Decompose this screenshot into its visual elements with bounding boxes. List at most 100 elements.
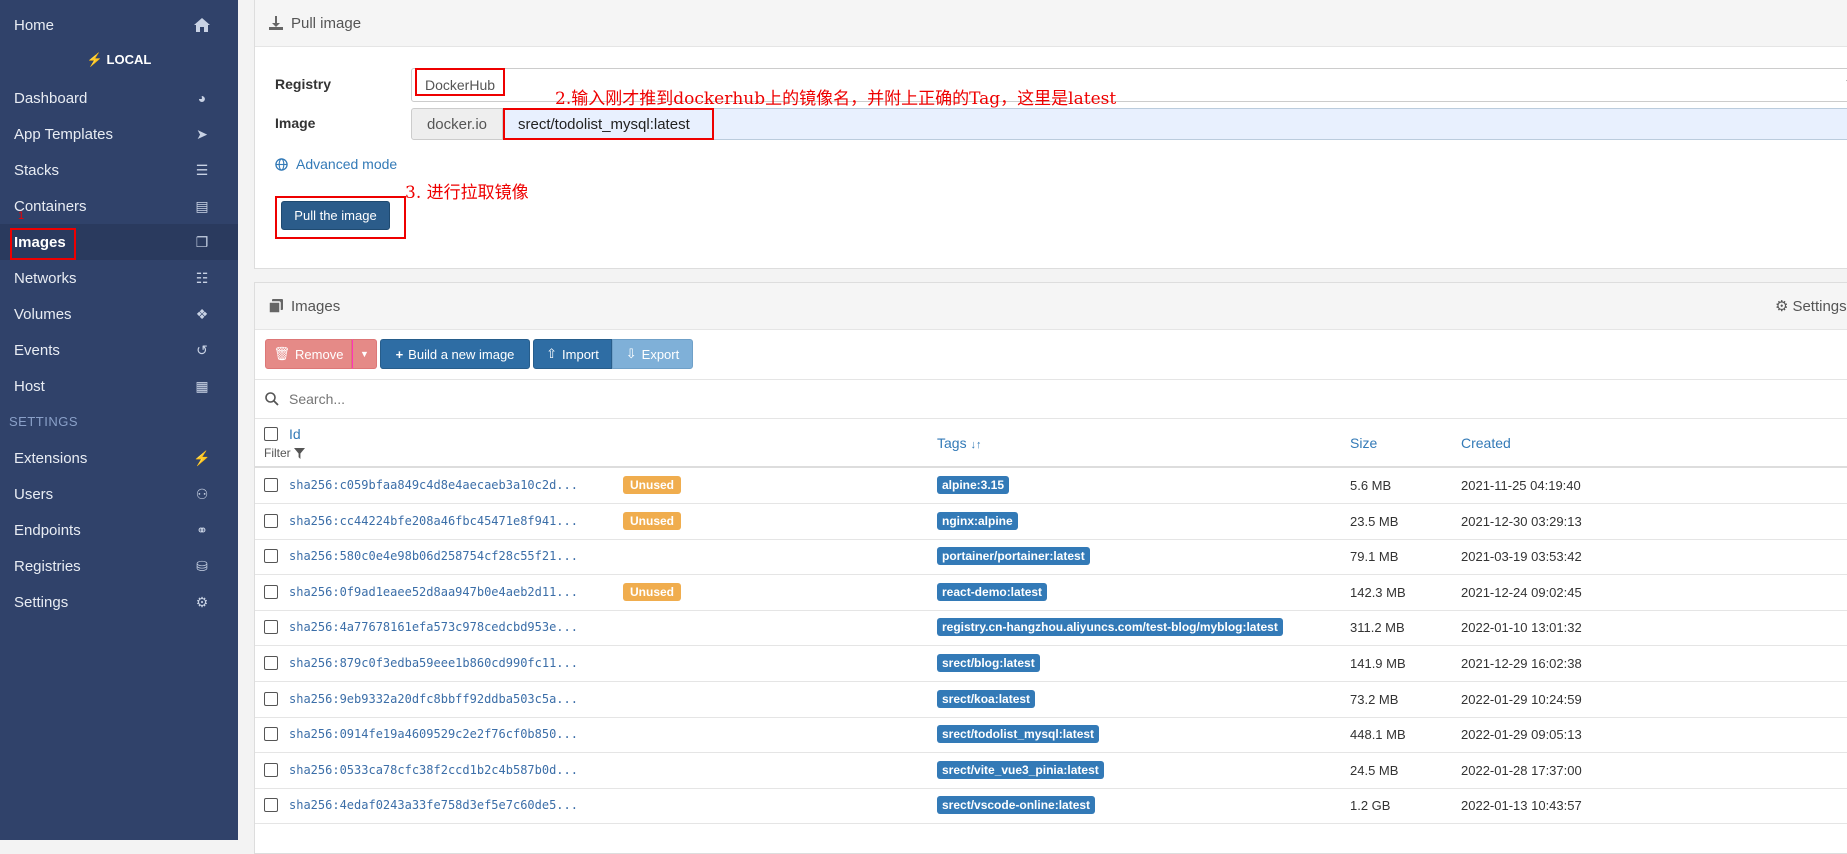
home-icon [193, 16, 211, 34]
image-created: 2021-12-30 03:29:13 [1461, 514, 1582, 529]
settings-section-title: SETTINGS [9, 414, 79, 429]
image-tag: srect/todolist_mysql:latest [937, 725, 1100, 743]
image-id-link[interactable]: sha256:0f9ad1eaee52d8aa947b0e4aeb2d11... [289, 585, 578, 599]
plug-icon: ⚡ [86, 52, 103, 67]
image-size: 448.1 MB [1350, 727, 1406, 742]
sidebar-item-settings[interactable]: Settings ⚙ [0, 584, 238, 620]
row-checkbox[interactable] [264, 692, 278, 706]
image-id-link[interactable]: sha256:879c0f3edba59eee1b860cd990fc11... [289, 656, 578, 670]
table-row: sha256:0533ca78cfc38f2ccd1b2c4b587b0d...… [255, 753, 1847, 789]
row-checkbox[interactable] [264, 798, 278, 812]
search-bar [255, 379, 1847, 419]
sidebar-item-label: Events [14, 341, 60, 359]
row-checkbox[interactable] [264, 549, 278, 563]
row-checkbox[interactable] [264, 656, 278, 670]
endpoint-label: ⚡ LOCAL [86, 52, 152, 67]
image-id-link[interactable]: sha256:c059bfaa849c4d8e4aecaeb3a10c2d... [289, 478, 578, 492]
table-row: sha256:cc44224bfe208a46fbc45471e8f941...… [255, 504, 1847, 540]
sidebar-item-label: Settings [14, 593, 69, 611]
remove-dropdown-button[interactable]: ▼ [352, 339, 377, 369]
row-checkbox[interactable] [264, 478, 278, 492]
pull-image-title: Pull image [291, 14, 362, 32]
row-checkbox[interactable] [264, 514, 278, 528]
cubes-icon: ❖ [195, 305, 209, 322]
table-row: sha256:580c0e4e98b06d258754cf28c55f21...… [255, 539, 1847, 575]
annotation-box-registry [415, 68, 505, 96]
column-tags[interactable]: Tags ↓↑ [937, 435, 981, 451]
database-icon: ⛁ [196, 557, 208, 574]
advanced-mode-label: Advanced mode [296, 156, 398, 172]
image-id-link[interactable]: sha256:4a77678161efa573c978cedcbd953e... [289, 620, 578, 634]
sidebar-item-host[interactable]: Host ▦ [0, 368, 238, 404]
unused-badge: Unused [623, 583, 682, 601]
image-id-link[interactable]: sha256:cc44224bfe208a46fbc45471e8f941... [289, 514, 578, 528]
sidebar-item-events[interactable]: Events ↺ [0, 332, 238, 368]
search-input[interactable] [287, 390, 891, 408]
table-settings-link[interactable]: ⚙ Settings [1775, 297, 1847, 316]
import-button[interactable]: ⇧ Import [533, 339, 612, 369]
sidebar-item-app-templates[interactable]: App Templates ➤ [0, 116, 238, 152]
grid-icon: ▦ [195, 377, 209, 394]
column-id[interactable]: Id [289, 426, 301, 442]
sidebar-item-label: Endpoints [14, 521, 81, 539]
sidebar-item-label: Containers [14, 197, 87, 215]
sidebar-item-label: App Templates [14, 125, 113, 143]
remove-button[interactable]: 🗑 Remove [265, 339, 352, 369]
sidebar-item-stacks[interactable]: Stacks ☰ [0, 152, 238, 188]
sitemap-icon: ☷ [195, 269, 209, 286]
image-tag: alpine:3.15 [937, 476, 1010, 494]
image-id-link[interactable]: sha256:0914fe19a4609529c2e2f76cf0b850... [289, 727, 578, 741]
rocket-icon: ➤ [196, 125, 208, 142]
sidebar-item-users[interactable]: Users ⚇ [0, 476, 238, 512]
plug-icon: ⚭ [196, 521, 208, 538]
cogs-icon: ⚙ [195, 593, 209, 610]
sidebar-item-home[interactable]: Home [0, 7, 238, 43]
sidebar-item-registries[interactable]: Registries ⛁ [0, 548, 238, 584]
sidebar-item-label: Registries [14, 557, 81, 575]
row-checkbox[interactable] [264, 620, 278, 634]
image-id-link[interactable]: sha256:4edaf0243a33fe758d3ef5e7c60de5... [289, 798, 578, 812]
sidebar-item-label: Networks [14, 269, 77, 287]
sidebar-item-containers[interactable]: Containers ▤ [0, 188, 238, 224]
sidebar-item-extensions[interactable]: Extensions ⚡ [0, 440, 238, 476]
row-checkbox[interactable] [264, 585, 278, 599]
table-row: sha256:879c0f3edba59eee1b860cd990fc11...… [255, 646, 1847, 682]
sidebar-item-dashboard[interactable]: Dashboard ◕ [0, 80, 238, 116]
image-created: 2022-01-29 10:24:59 [1461, 692, 1582, 707]
upload-icon: ⇧ [546, 346, 558, 361]
build-image-button[interactable]: + Build a new image [380, 339, 530, 369]
sidebar-item-label: Home [14, 16, 55, 34]
row-checkbox[interactable] [264, 727, 278, 741]
sidebar-item-volumes[interactable]: Volumes ❖ [0, 296, 238, 332]
plus-icon: + [395, 346, 404, 362]
image-id-link[interactable]: sha256:9eb9332a20dfc8bbff92ddba503c5a... [289, 692, 578, 706]
list-icon: ☰ [195, 161, 209, 178]
sidebar-item-label: Host [14, 377, 45, 395]
registry-row: Registry [275, 76, 331, 92]
sidebar-item-endpoints[interactable]: Endpoints ⚭ [0, 512, 238, 548]
image-tag: react-demo:latest [937, 583, 1048, 601]
clone-icon [269, 299, 283, 313]
sidebar-item-networks[interactable]: Networks ☷ [0, 260, 238, 296]
image-size: 5.6 MB [1350, 478, 1392, 493]
image-created: 2022-01-28 17:37:00 [1461, 763, 1582, 778]
sidebar-item-label: Stacks [14, 161, 60, 179]
image-size: 79.1 MB [1350, 549, 1399, 564]
select-all-checkbox[interactable] [264, 427, 278, 441]
export-button[interactable]: ⇩ Export [612, 339, 693, 369]
unused-badge: Unused [623, 476, 682, 494]
image-id-link[interactable]: sha256:580c0e4e98b06d258754cf28c55f21... [289, 549, 578, 563]
image-created: 2022-01-13 10:43:57 [1461, 798, 1582, 813]
image-size: 1.2 GB [1350, 798, 1391, 813]
column-created[interactable]: Created [1461, 435, 1511, 451]
row-checkbox[interactable] [264, 763, 278, 777]
column-size[interactable]: Size [1350, 435, 1377, 451]
image-tag: srect/vscode-online:latest [937, 796, 1096, 814]
image-id-link[interactable]: sha256:0533ca78cfc38f2ccd1b2c4b587b0d... [289, 763, 578, 777]
advanced-mode-link[interactable]: Advanced mode [275, 156, 397, 172]
server-icon: ▤ [195, 197, 209, 214]
filter-button[interactable]: Filter [264, 446, 305, 460]
image-tag: portainer/portainer:latest [937, 547, 1090, 565]
table-row: sha256:c059bfaa849c4d8e4aecaeb3a10c2d...… [255, 468, 1847, 504]
table-row: sha256:4edaf0243a33fe758d3ef5e7c60de5...… [255, 788, 1847, 824]
